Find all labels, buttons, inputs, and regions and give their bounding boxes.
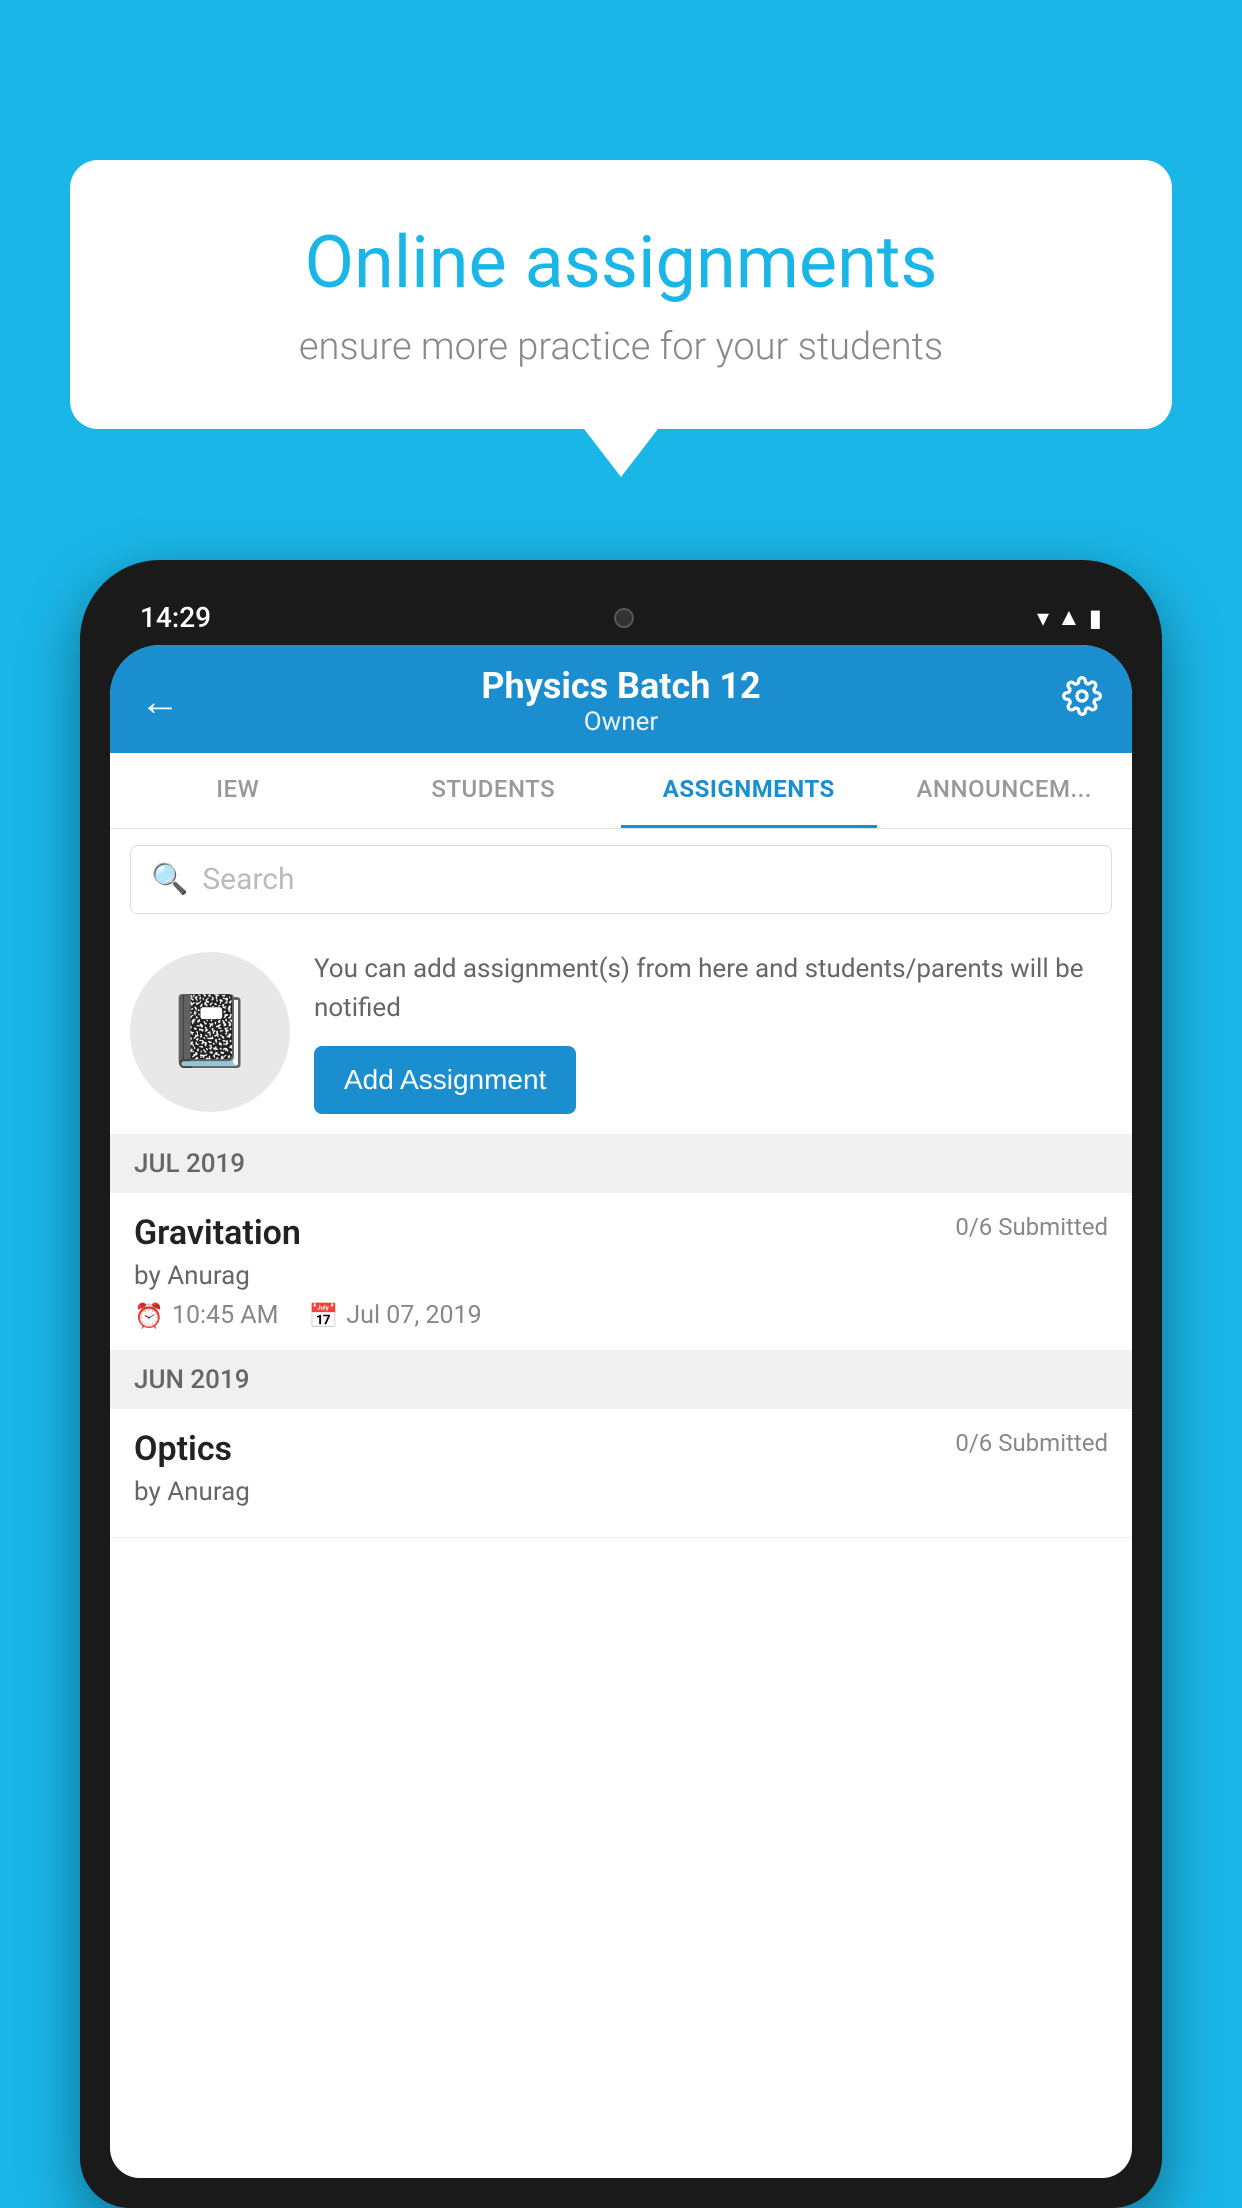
assignment-by-gravitation: by Anurag	[134, 1261, 1108, 1291]
app-header: ← Physics Batch 12 Owner	[110, 645, 1132, 753]
phone-time: 14:29	[140, 601, 211, 634]
assignment-name-gravitation: Gravitation	[134, 1213, 301, 1253]
add-assignment-button[interactable]: Add Assignment	[314, 1046, 576, 1114]
assignment-submitted-gravitation: 0/6 Submitted	[955, 1213, 1108, 1241]
assignment-text-area: You can add assignment(s) from here and …	[314, 950, 1112, 1114]
add-assignment-section: 📓 You can add assignment(s) from here an…	[110, 930, 1132, 1135]
tab-announcements[interactable]: ANNOUNCEM...	[877, 753, 1133, 828]
search-icon: 🔍	[151, 862, 188, 897]
assignment-row-top: Gravitation 0/6 Submitted	[134, 1213, 1108, 1253]
back-button[interactable]: ←	[140, 678, 180, 725]
section-header-jun: JUN 2019	[110, 1351, 1132, 1409]
assignment-date-gravitation: Jul 07, 2019	[346, 1301, 481, 1330]
assignment-row-top-optics: Optics 0/6 Submitted	[134, 1429, 1108, 1469]
speech-bubble: Online assignments ensure more practice …	[70, 160, 1172, 429]
notebook-icon: 📓	[166, 991, 253, 1073]
speech-bubble-title: Online assignments	[140, 220, 1102, 305]
signal-icon: ▲	[1057, 603, 1081, 632]
search-placeholder: Search	[202, 862, 294, 897]
phone-camera	[614, 608, 634, 628]
clock-icon: ⏰	[134, 1302, 164, 1330]
assignment-by-optics: by Anurag	[134, 1477, 1108, 1507]
assignment-submitted-optics: 0/6 Submitted	[955, 1429, 1108, 1457]
assignment-item-gravitation[interactable]: Gravitation 0/6 Submitted by Anurag ⏰ 10…	[110, 1193, 1132, 1351]
phone-screen: ← Physics Batch 12 Owner IEW STUDENTS AS…	[110, 645, 1132, 2178]
calendar-icon: 📅	[308, 1302, 338, 1330]
tabs-container: IEW STUDENTS ASSIGNMENTS ANNOUNCEM...	[110, 753, 1132, 829]
speech-bubble-subtitle: ensure more practice for your students	[140, 325, 1102, 369]
assignment-icon-circle: 📓	[130, 952, 290, 1112]
search-bar[interactable]: 🔍 Search	[130, 845, 1112, 914]
tab-students[interactable]: STUDENTS	[366, 753, 622, 828]
wifi-icon: ▾	[1037, 604, 1049, 632]
tab-assignments[interactable]: ASSIGNMENTS	[621, 753, 877, 828]
meta-time-gravitation: ⏰ 10:45 AM	[134, 1301, 278, 1330]
phone-notch-area: 14:29 ▾ ▲ ▮	[110, 590, 1132, 645]
battery-icon: ▮	[1089, 604, 1102, 632]
section-header-jul: JUL 2019	[110, 1135, 1132, 1193]
assignment-description: You can add assignment(s) from here and …	[314, 950, 1112, 1028]
phone-notch	[589, 598, 659, 638]
speech-bubble-container: Online assignments ensure more practice …	[70, 160, 1172, 429]
header-title-area: Physics Batch 12 Owner	[180, 665, 1062, 737]
phone-status-icons: ▾ ▲ ▮	[1037, 603, 1102, 632]
assignment-name-optics: Optics	[134, 1429, 232, 1469]
search-container: 🔍 Search	[110, 829, 1132, 930]
assignment-meta-gravitation: ⏰ 10:45 AM 📅 Jul 07, 2019	[134, 1301, 1108, 1330]
batch-subtitle: Owner	[180, 707, 1062, 737]
phone-frame: 14:29 ▾ ▲ ▮ ← Physics Batch 12 Owner	[80, 560, 1162, 2208]
batch-title: Physics Batch 12	[180, 665, 1062, 707]
settings-button[interactable]	[1062, 676, 1102, 726]
tab-iew[interactable]: IEW	[110, 753, 366, 828]
meta-date-gravitation: 📅 Jul 07, 2019	[308, 1301, 481, 1330]
assignment-time-gravitation: 10:45 AM	[172, 1301, 279, 1330]
assignment-item-optics[interactable]: Optics 0/6 Submitted by Anurag	[110, 1409, 1132, 1538]
